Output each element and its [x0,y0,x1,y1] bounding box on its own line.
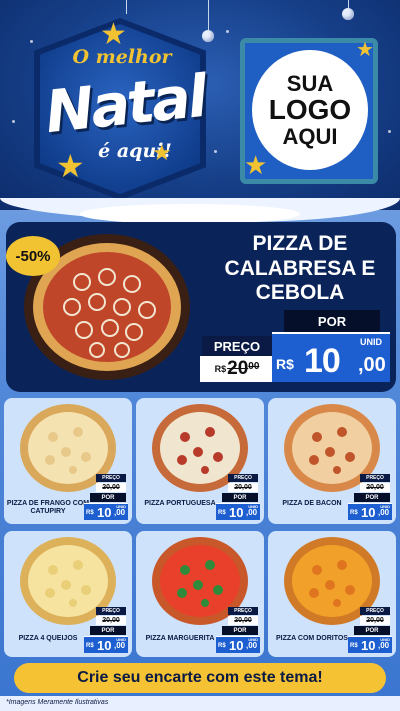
star-icon: ★ [244,150,268,180]
por-label: POR [354,493,390,502]
new-price: UNID R$ 10 ,00 [272,332,390,382]
product-name: PIZZA MARGUERITA [145,635,215,642]
snowflake-icon [214,150,217,153]
preco-label: PREÇO [202,336,272,356]
product-name: PIZZA COM DORITOS [276,635,348,642]
snowflake-icon [12,120,15,123]
por-label: POR [354,626,390,635]
logo-line: SUA [286,71,334,97]
star-icon: ★ [356,39,374,61]
old-price: R$ 20 00 [200,356,274,382]
new-price: UNID R$ 10,00 [216,503,260,520]
star-icon: ★ [100,18,127,51]
new-price: UNID R$ 10,00 [216,636,260,653]
old-price: 20,00 [228,483,258,492]
snowflake-icon [30,40,33,43]
product-card[interactable]: PIZZA MARGUERITA PREÇO 20,00 POR UNID R$ 10,00 [136,531,264,657]
por-label: POR [90,626,126,635]
disclaimer-note: *Imagens Meramente Ilustrativas [6,699,109,706]
logo-line: AQUI [282,123,338,149]
logo-line: LOGO [268,94,352,126]
product-name: PIZZA 4 QUEIJOS [18,635,78,642]
preco-label: PREÇO [96,474,126,482]
star-icon: ★ [56,148,85,184]
new-price: UNID R$ 10,00 [84,503,128,520]
logo-placeholder[interactable]: SUA LOGO AQUI [252,50,368,170]
product-name: PIZZA PORTUGUESA [144,500,216,507]
por-label: POR [222,626,258,635]
preco-label: PREÇO [360,607,390,615]
old-price: 20,00 [360,616,390,625]
old-price: 20,00 [228,616,258,625]
product-card[interactable]: PIZZA PORTUGUESA PREÇO 20,00 POR UNID R$ 10,00 [136,398,264,524]
por-label: POR [284,310,380,332]
discount-badge: -50% [6,236,60,276]
product-card[interactable]: PIZZA DE FRANGO COM CATUPIRY PREÇO 20,00 PO… [4,398,132,524]
old-price: 20,00 [360,483,390,492]
por-label: POR [222,493,258,502]
product-name: PIZZA DE BACON [282,500,342,507]
product-card[interactable]: PIZZA DE BACON PREÇO 20,00 POR UNID R$ 10,00 [268,398,396,524]
product-card[interactable]: PIZZA 4 QUEIJOS PREÇO 20,00 POR UNID R$ 10,00 [4,531,132,657]
preco-label: PREÇO [228,607,258,615]
new-price: UNID R$ 10,00 [348,636,392,653]
snowflake-icon [226,30,229,33]
ornament-icon [342,8,354,20]
preco-label: PREÇO [228,474,258,482]
product-card[interactable]: PIZZA COM DORITOS PREÇO 20,00 POR UNID R$ 10,0… [268,531,396,657]
product-name: PIZZA DE FRANGO COM CATUPIRY [6,500,90,516]
ornament-icon [202,30,214,42]
snowflake-icon [388,130,391,133]
old-price: 20,00 [96,616,126,625]
star-icon: ★ [152,140,172,165]
preco-label: PREÇO [360,474,390,482]
create-flyer-button[interactable]: Crie seu encarte com este tema! [14,663,386,693]
new-price: UNID R$ 10,00 [84,636,128,653]
preco-label: PREÇO [96,607,126,615]
snow-divider [80,204,300,224]
new-price: UNID R$ 10,00 [348,503,392,520]
featured-product-title: PIZZA DE CALABRESA E CEBOLA [224,232,376,305]
por-label: POR [90,493,126,502]
old-price: 20,00 [96,483,126,492]
